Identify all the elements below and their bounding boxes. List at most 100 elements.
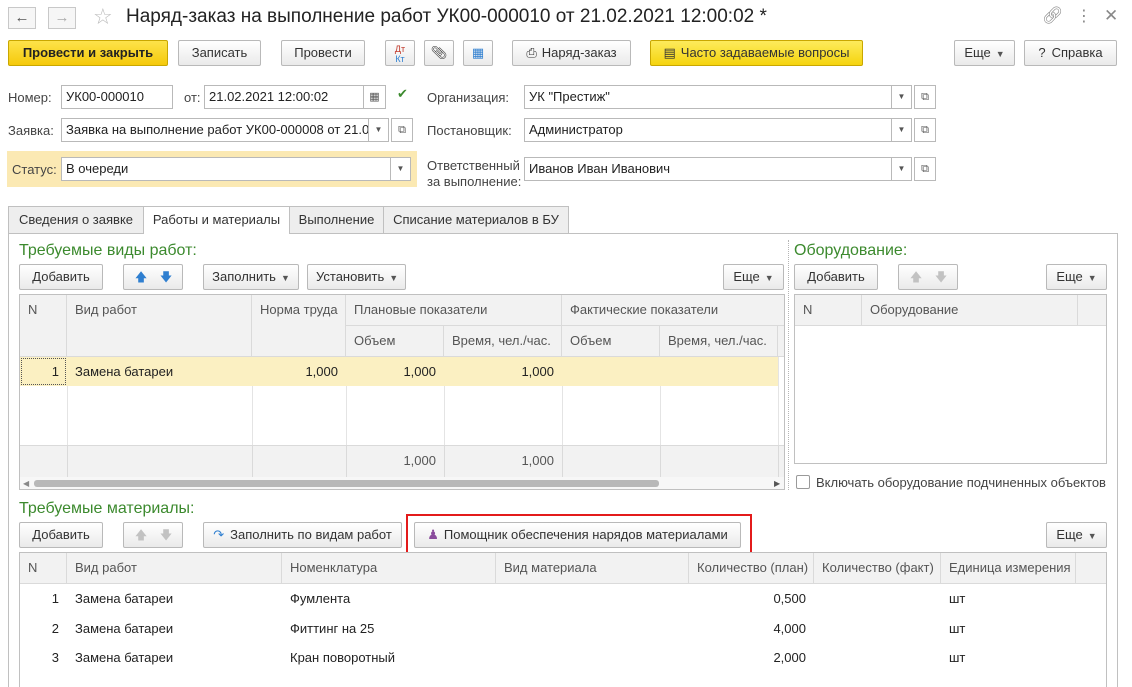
works-more-button[interactable]: Еще ▼ [723,264,784,290]
materials-more-button[interactable]: Еще ▼ [1046,522,1107,548]
forward-button[interactable]: → [48,7,76,29]
menu-dots-icon[interactable]: ⋮ [1076,6,1092,26]
number-field[interactable]: УК00-000010 [61,85,173,109]
works-header-fact-volume[interactable]: Объем [562,326,660,357]
help-icon: ? [1038,45,1046,60]
works-add-button[interactable]: Добавить [19,264,103,290]
works-header-fact-time[interactable]: Время, чел./час. [660,326,778,357]
responsible-field[interactable]: Иванов Иван Иванович [524,157,892,181]
works-header-plan-volume[interactable]: Объем [346,326,444,357]
materials-assistant-button[interactable]: ♟ Помощник обеспечения нарядов материалам… [414,522,741,548]
org-open-button[interactable]: ⧉ [914,85,936,109]
works-header-plan-time[interactable]: Время, чел./час. [444,326,562,357]
setter-dropdown[interactable]: ▼ [892,118,912,142]
grid-line [660,445,661,477]
open-icon: ⧉ [921,91,929,103]
help-button[interactable]: ? Справка [1024,40,1117,66]
org-dropdown[interactable]: ▼ [892,85,912,109]
scroll-left-icon[interactable]: ◀ [23,477,29,489]
works-header-work-type[interactable]: Вид работ [67,295,252,357]
grid-line [778,445,779,477]
org-field[interactable]: УК "Престиж" [524,85,892,109]
org-label: Организация: [427,90,510,105]
include-subordinate-label: Включать оборудование подчиненных объект… [816,475,1106,490]
faq-label: Часто задаваемые вопросы [680,45,850,60]
move-up-icon[interactable]: 🡅︎ [906,268,926,286]
materials-header-material-type[interactable]: Вид материала [496,553,689,584]
printer-icon: ⎙ [526,45,537,60]
works-header-fact[interactable]: Фактические показатели [562,295,784,326]
works-header-plan[interactable]: Плановые показатели [346,295,562,326]
equipment-more-button[interactable]: Еще ▼ [1046,264,1107,290]
move-up-icon[interactable]: 🡅︎ [131,526,151,544]
works-set-button[interactable]: Установить ▼ [307,264,406,290]
save-button[interactable]: Записать [178,40,261,66]
scrollbar-thumb[interactable] [34,480,659,487]
tab-works-materials[interactable]: Работы и материалы [143,206,290,234]
chevron-down-icon: ▼ [280,273,290,283]
attach-button[interactable]: 📎︎ [424,40,454,66]
faq-button[interactable]: ▤ Часто задаваемые вопросы [650,40,863,66]
responsible-open-button[interactable]: ⧉ [914,157,936,181]
equipment-add-button[interactable]: Добавить [794,264,878,290]
move-up-icon[interactable]: 🡅︎ [131,268,151,286]
post-and-close-button[interactable]: Провести и закрыть [8,40,168,66]
chevron-down-icon: ▼ [1087,273,1097,283]
include-subordinate-checkbox[interactable] [796,475,810,489]
close-icon[interactable]: ✕ [1104,6,1118,26]
materials-cell-work-type: Замена батареи [75,591,174,606]
materials-header-nomenclature[interactable]: Номенклатура [282,553,496,584]
post-button[interactable]: Провести [281,40,365,66]
back-button[interactable]: ← [8,7,36,29]
print-order-label: Наряд-заказ [541,45,617,60]
equipment-header-n[interactable]: N [795,295,862,326]
tab-writeoff[interactable]: Списание материалов в БУ [383,206,569,233]
status-field[interactable]: В очереди [61,157,391,181]
move-down-icon[interactable]: 🡇︎ [931,268,951,286]
materials-header-n[interactable]: N [20,553,67,584]
tab-request-info[interactable]: Сведения о заявке [8,206,144,233]
status-label: Статус: [12,162,57,177]
equipment-header-name[interactable]: Оборудование [862,295,1078,326]
scroll-right-icon[interactable]: ▶ [774,477,780,489]
status-dropdown[interactable]: ▼ [391,157,411,181]
works-move-buttons: 🡅︎ 🡇︎ [123,264,183,290]
materials-cell-qty-plan: 4,000 [773,621,806,636]
structure-button[interactable]: ▦ [463,40,493,66]
move-down-icon[interactable]: 🡇︎ [156,268,176,286]
works-header-norm[interactable]: Норма труда [252,295,346,357]
materials-header-filler [1076,553,1106,584]
calendar-button[interactable]: ▦ [364,85,386,109]
works-header-n[interactable]: N [20,295,67,357]
setter-label: Постановщик: [427,123,512,138]
link-icon[interactable]: 🔗︎ [1042,6,1064,26]
tab-execution[interactable]: Выполнение [289,206,384,233]
responsible-dropdown[interactable]: ▼ [892,157,912,181]
setter-field[interactable]: Администратор [524,118,892,142]
materials-cell-n: 1 [51,591,59,606]
materials-header-work-type[interactable]: Вид работ [67,553,282,584]
horizontal-scrollbar[interactable]: ◀ ▶ [20,477,784,489]
open-icon: ⧉ [921,163,929,175]
responsible-label: Ответственный за выполнение: [427,158,521,190]
dt-kt-button[interactable]: Дт Кт [385,40,415,66]
setter-open-button[interactable]: ⧉ [914,118,936,142]
request-field[interactable]: Заявка на выполнение работ УК00-000008 о… [61,118,369,142]
request-open-button[interactable]: ⧉ [391,118,413,142]
works-fill-button[interactable]: Заполнить ▼ [203,264,299,290]
more-label: Еще [1056,269,1083,284]
materials-header-unit[interactable]: Единица измерения [941,553,1076,584]
works-cell-plan-volume: 1,000 [403,364,436,379]
materials-add-button[interactable]: Добавить [19,522,103,548]
favorite-star-icon[interactable]: ☆ [93,4,113,30]
print-order-button[interactable]: ⎙ Наряд-заказ [512,40,631,66]
materials-header-qty-fact[interactable]: Количество (факт) [814,553,941,584]
fill-by-work-button[interactable]: ↷ Заполнить по видам работ [203,522,402,548]
request-dropdown[interactable]: ▼ [369,118,389,142]
equipment-title: Оборудование: [794,242,908,259]
move-down-icon[interactable]: 🡇︎ [156,526,176,544]
more-button[interactable]: Еще ▼ [954,40,1015,66]
materials-header-qty-plan[interactable]: Количество (план) [689,553,814,584]
date-field[interactable]: 21.02.2021 12:00:02 [204,85,364,109]
check-icon[interactable]: ✔ [397,86,408,102]
